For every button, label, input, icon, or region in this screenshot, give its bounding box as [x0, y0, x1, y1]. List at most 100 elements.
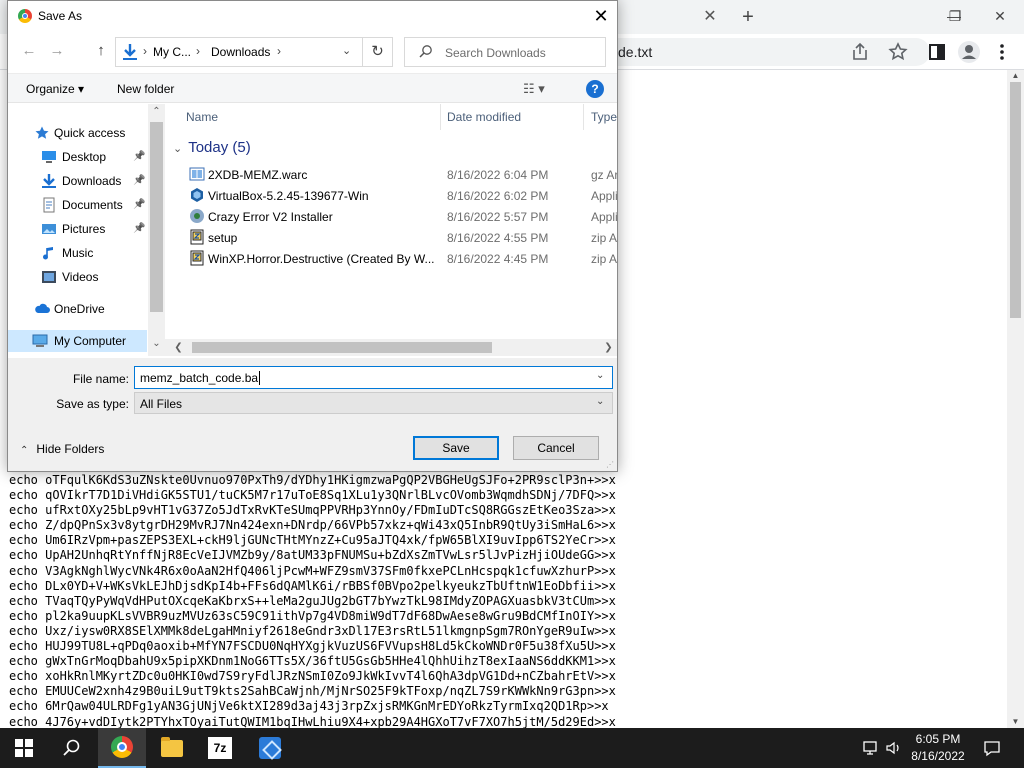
- share-icon[interactable]: [848, 40, 872, 64]
- scrollbar-thumb[interactable]: [192, 342, 492, 353]
- scroll-up-arrow[interactable]: ▲: [1007, 70, 1024, 82]
- sidebar-item-videos[interactable]: Videos: [8, 266, 148, 288]
- file-row[interactable]: setup 8/16/2022 4:55 PM zip A: [165, 227, 617, 248]
- clock-time: 6:05 PM: [915, 732, 961, 746]
- installer-icon: [189, 208, 205, 224]
- sidebar-item-downloads[interactable]: Downloads 📌: [8, 170, 148, 192]
- column-header-name[interactable]: Name: [186, 110, 218, 124]
- scroll-down-arrow[interactable]: ⌄: [148, 338, 165, 349]
- downloads-location-icon: [122, 43, 138, 61]
- taskbar-7zip[interactable]: 7z: [196, 728, 244, 768]
- nav-pane-scrollbar[interactable]: ⌃ ⌄: [148, 104, 165, 356]
- back-button[interactable]: ←: [18, 40, 40, 62]
- taskbar-chrome[interactable]: [98, 728, 146, 768]
- dialog-close-button[interactable]: ✕: [585, 1, 617, 32]
- chevron-down-icon[interactable]: ⌄: [596, 370, 604, 381]
- organize-menu[interactable]: Organize ▾: [26, 82, 84, 96]
- sidebar-item-music[interactable]: Music: [8, 242, 148, 264]
- zip-icon: [189, 229, 205, 245]
- file-type: zip A: [591, 231, 617, 245]
- new-tab-button[interactable]: +: [736, 5, 760, 29]
- window-close-button[interactable]: ✕: [980, 4, 1020, 28]
- code-line: echo HUJ99TU8L+qPDq0aoxib+MfYN7FSCDU0NqH…: [9, 639, 616, 654]
- menu-icon[interactable]: [990, 40, 1014, 64]
- restore-button[interactable]: ❐: [935, 4, 975, 28]
- breadcrumb-my-computer[interactable]: My C...: [153, 45, 191, 59]
- taskbar-file-explorer[interactable]: [148, 728, 196, 768]
- computer-icon: [32, 333, 48, 349]
- refresh-button[interactable]: ↻: [363, 37, 393, 67]
- navigation-bar: ← → ↑ › My C... › Downloads › ⌄ ↻ Search…: [8, 35, 617, 69]
- scroll-up-arrow[interactable]: ⌃: [148, 106, 165, 117]
- breadcrumb[interactable]: › My C... › Downloads › ⌄: [115, 37, 363, 67]
- file-type: Appli: [591, 189, 617, 203]
- sidebar-item-pictures[interactable]: Pictures 📌: [8, 218, 148, 240]
- taskbar-app[interactable]: [246, 728, 294, 768]
- file-name-field[interactable]: memz_batch_code.ba ⌄: [134, 366, 613, 389]
- column-divider[interactable]: [440, 104, 441, 130]
- hide-folders-button[interactable]: ⌃ Hide Folders: [20, 442, 104, 456]
- file-name: VirtualBox-5.2.45-139677-Win: [208, 189, 369, 203]
- save-as-type-value: All Files: [140, 397, 183, 411]
- cancel-button[interactable]: Cancel: [513, 436, 599, 460]
- file-name: Crazy Error V2 Installer: [208, 210, 333, 224]
- chevron-down-icon[interactable]: ⌄: [342, 44, 351, 57]
- file-row[interactable]: VirtualBox-5.2.45-139677-Win 8/16/2022 6:…: [165, 185, 617, 206]
- dialog-title: Save As: [38, 9, 83, 23]
- music-icon: [41, 245, 57, 261]
- profile-icon[interactable]: [957, 40, 981, 64]
- save-button[interactable]: Save: [413, 436, 499, 460]
- cloud-icon: [34, 301, 50, 317]
- column-divider[interactable]: [583, 104, 584, 130]
- save-as-type-select[interactable]: All Files ⌄: [134, 392, 613, 414]
- code-line: echo pl2ka9uupKLsVVBR9uzMVUz63sC59C91ith…: [9, 608, 616, 623]
- column-header-type[interactable]: Type: [591, 110, 617, 124]
- virtualbox-icon: [189, 187, 205, 203]
- file-row[interactable]: 2XDB-MEMZ.warc 8/16/2022 6:04 PM gz Ar: [165, 164, 617, 185]
- scrollbar-thumb[interactable]: [150, 122, 163, 312]
- side-panel-icon[interactable]: [925, 40, 949, 64]
- file-name-value: memz_batch_code.ba: [140, 371, 259, 385]
- notification-icon[interactable]: [982, 738, 1002, 758]
- chevron-up-icon: ⌃: [20, 445, 29, 456]
- sidebar-item-documents[interactable]: Documents 📌: [8, 194, 148, 216]
- sidebar-item-desktop[interactable]: Desktop 📌: [8, 146, 148, 168]
- taskbar-search-button[interactable]: [48, 728, 96, 768]
- sidebar-item-onedrive[interactable]: OneDrive: [8, 298, 148, 320]
- up-button[interactable]: ↑: [90, 40, 112, 62]
- view-options-icon[interactable]: ☷ ▾: [523, 81, 545, 97]
- sidebar-item-quick-access[interactable]: Quick access: [8, 122, 148, 144]
- tab-close-button[interactable]: ✕: [700, 7, 720, 27]
- column-header-date[interactable]: Date modified: [447, 110, 521, 124]
- pin-icon: 📌: [133, 199, 146, 210]
- resize-grip[interactable]: ⋰: [606, 460, 614, 469]
- start-button[interactable]: [0, 728, 48, 768]
- search-input[interactable]: Search Downloads: [404, 37, 606, 67]
- star-icon[interactable]: [886, 40, 910, 64]
- file-date: 8/16/2022 6:04 PM: [447, 168, 549, 182]
- scroll-right-arrow[interactable]: ❯: [600, 339, 617, 356]
- file-date: 8/16/2022 5:57 PM: [447, 210, 549, 224]
- horizontal-scrollbar[interactable]: ❮ ❯: [165, 339, 617, 356]
- new-folder-button[interactable]: New folder: [117, 82, 174, 96]
- sidebar-item-my-computer[interactable]: My Computer: [8, 330, 147, 352]
- help-icon[interactable]: ?: [586, 80, 604, 98]
- file-name: WinXP.Horror.Destructive (Created By W..…: [208, 252, 435, 266]
- group-header-today[interactable]: ⌄ Today (5): [173, 139, 251, 156]
- scrollbar-thumb[interactable]: [1010, 82, 1021, 318]
- file-row[interactable]: Crazy Error V2 Installer 8/16/2022 5:57 P…: [165, 206, 617, 227]
- file-row[interactable]: WinXP.Horror.Destructive (Created By W..…: [165, 248, 617, 269]
- network-icon[interactable]: [862, 738, 882, 758]
- sidebar-item-label: Music: [62, 246, 94, 260]
- forward-button[interactable]: →: [46, 40, 68, 62]
- system-clock[interactable]: 6:05 PM 8/16/2022: [900, 731, 976, 765]
- scroll-left-arrow[interactable]: ❮: [170, 339, 187, 356]
- text-caret: [259, 371, 260, 385]
- breadcrumb-downloads[interactable]: Downloads: [211, 45, 270, 59]
- code-line: echo 6MrQaw04ULRDFg1yAN3GjUNjVe6ktXI289d…: [9, 699, 609, 714]
- sidebar-item-label: Videos: [62, 270, 99, 284]
- code-line: echo oTFqulK6KdS3uZNskte0Uvnuo970PxTh9/d…: [9, 473, 616, 487]
- chevron-down-icon[interactable]: ⌄: [596, 396, 604, 407]
- scroll-down-arrow[interactable]: ▼: [1007, 716, 1024, 728]
- page-scrollbar[interactable]: ▲ ▼: [1007, 70, 1024, 728]
